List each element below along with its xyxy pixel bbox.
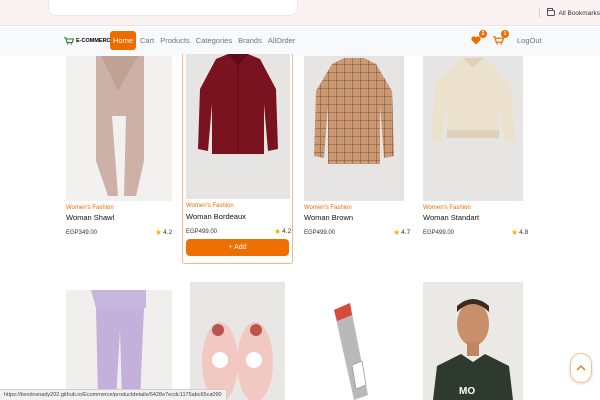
shawl-image [66, 56, 172, 201]
product-title[interactable]: Woman Shawl [66, 213, 114, 222]
star-icon: ★ [274, 227, 282, 236]
product-price: EGP349.00 [66, 230, 98, 236]
product-title[interactable]: Woman Brown [304, 213, 353, 222]
product-image[interactable] [423, 56, 523, 201]
tshirt-model-image: MO [423, 282, 523, 400]
sweater-image [423, 56, 523, 201]
svg-text:MO: MO [459, 386, 475, 397]
product-rating: ★ 4.7 [393, 228, 410, 237]
product-title[interactable]: Woman Standart [423, 213, 479, 222]
chevron-up-icon [576, 365, 586, 371]
product-rating: ★ 4.2 [274, 227, 291, 236]
star-icon: ★ [393, 228, 401, 237]
plaid-shirt-image [304, 56, 404, 201]
product-rating: ★ 4.2 [155, 228, 172, 237]
product-image[interactable] [304, 56, 404, 201]
product-grid: Women's Fashion Woman Shawl EGP349.00 ★ … [0, 0, 600, 400]
rating-value: 4.8 [519, 229, 529, 236]
star-icon: ★ [155, 228, 163, 237]
scroll-to-top-button[interactable] [570, 353, 592, 383]
slippers-image [190, 282, 285, 400]
pants-image [66, 290, 172, 400]
product-image[interactable]: MO [423, 282, 523, 400]
product-image[interactable] [66, 290, 172, 400]
product-category: Women's Fashion [66, 205, 114, 211]
status-bar-url: https://kerolosnady202.github.io/Ecommer… [0, 389, 227, 400]
add-to-cart-button[interactable]: + Add [186, 239, 289, 256]
product-image[interactable] [186, 54, 290, 199]
rating-value: 4.2 [282, 228, 292, 235]
shirt-image [186, 54, 290, 199]
product-category: Women's Fashion [304, 205, 352, 211]
product-image[interactable] [66, 56, 172, 201]
product-title[interactable]: Woman Bordeaux [186, 212, 246, 221]
product-category: Women's Fashion [186, 203, 234, 209]
product-image[interactable] [190, 282, 285, 400]
rating-value: 4.7 [401, 229, 411, 236]
rating-value: 4.2 [163, 229, 173, 236]
product-rating: ★ 4.8 [511, 228, 528, 237]
product-price: EGP499.00 [304, 230, 336, 236]
product-category: Women's Fashion [423, 205, 471, 211]
star-icon: ★ [511, 228, 519, 237]
product-image[interactable] [306, 295, 404, 400]
product-price: EGP499.00 [186, 229, 218, 235]
socks-image [306, 295, 404, 400]
product-price: EGP499.00 [423, 230, 455, 236]
